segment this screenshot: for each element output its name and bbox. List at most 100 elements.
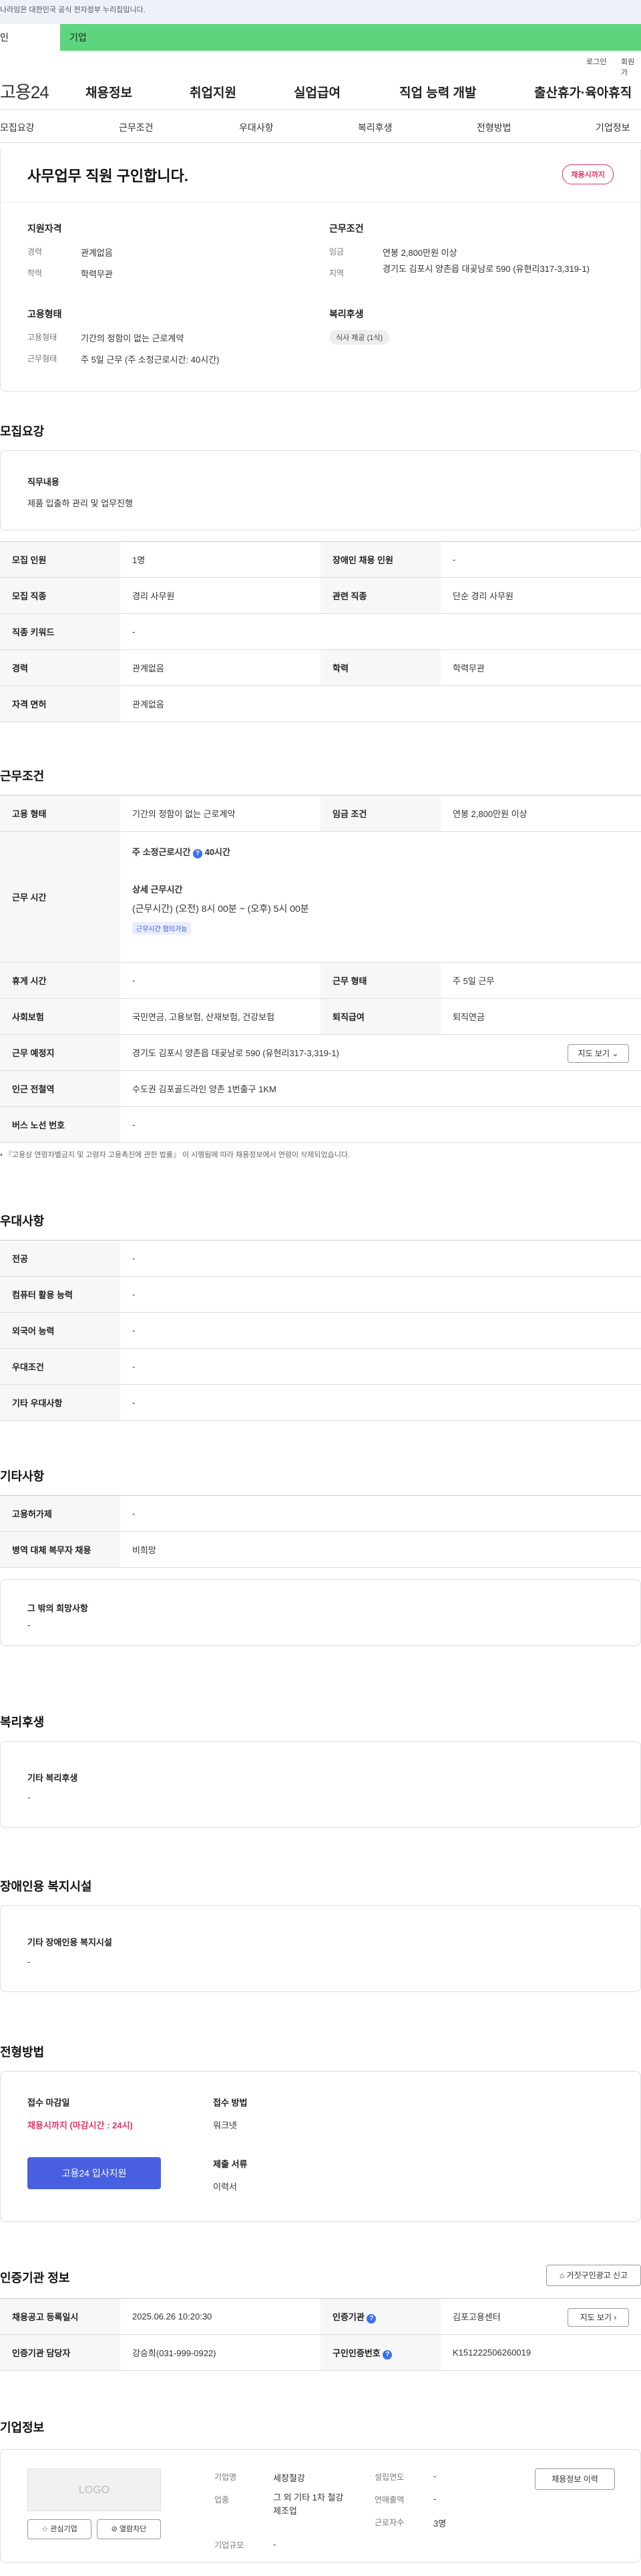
pref-cond-value: -	[120, 1348, 641, 1385]
cert-id-label: 구인인증번호 ?	[320, 2334, 441, 2371]
table-row: 컴퓨터 활용 능력 -	[0, 1276, 641, 1313]
edu-label: 학력	[27, 269, 43, 278]
block-icon: ⊘	[111, 2525, 120, 2533]
work-hours-label: 근무형태	[27, 354, 57, 363]
staff-label: 근로자수	[375, 2518, 405, 2527]
org-map-button[interactable]: 지도 보기 ›	[568, 2308, 629, 2327]
region-value: 경기도 김포시 양촌읍 대곶남로 590 (유현리317-3,319-1)	[383, 264, 590, 274]
place-value: 경기도 김포시 양촌읍 대곶남로 590 (유현리317-3,319-1)	[132, 1048, 339, 1058]
welfare-label: 기타 복리후생	[27, 1773, 78, 1783]
manager-value: 강승희(031-999-0922)	[120, 2334, 320, 2371]
military-value: 비희망	[120, 1531, 641, 1568]
anchor-preference[interactable]: 우대사항	[239, 121, 274, 134]
anchor-welfare[interactable]: 복리후생	[358, 121, 393, 134]
wage-cond-value: 연봉 2,800만원 이상	[441, 795, 641, 832]
report-button[interactable]: ⌂ 거짓구인광고 신고	[546, 2265, 641, 2286]
menu-parental-leave[interactable]: 출산휴가·육아휴직	[534, 83, 632, 101]
table-row: 인근 전철역 수도권 김포골드라인 양촌 1번출구 1KM	[0, 1070, 641, 1107]
major-value: -	[120, 1240, 641, 1277]
preference-section-title: 우대사항	[0, 1215, 45, 1228]
site-logo[interactable]: 고용24	[0, 79, 49, 104]
recruit-edu-label: 학력	[320, 649, 441, 686]
tab-personal[interactable]: 인	[0, 24, 60, 51]
hours-label: 근무 시간	[0, 831, 120, 963]
facility-card: 기타 장애인용 복지시설 -	[0, 1905, 641, 1992]
work-hours-value: 주 5일 근무 (주 소정근로시간: 40시간)	[81, 355, 220, 365]
license-value: 관계없음	[120, 685, 641, 722]
wish-value: -	[27, 1620, 31, 1630]
career-label: 경력	[27, 247, 43, 257]
bus-label: 버스 노선 번호	[0, 1106, 120, 1143]
job-history-button[interactable]: 채용정보 이력	[535, 2468, 615, 2490]
insurance-value: 국민연금, 고용보험, 산재보험, 건강보험	[120, 998, 320, 1035]
recruit-edu-value: 학력무관	[441, 649, 641, 686]
reg-value: 2025.06.26 10:20:30	[120, 2298, 320, 2335]
other-section-title: 기타사항	[0, 1470, 45, 1483]
menu-unemployment[interactable]: 실업급여	[294, 83, 341, 101]
method-value: 워크넷	[213, 2120, 237, 2130]
star-icon: ☆	[41, 2525, 51, 2533]
recruit-section-title: 모집요강	[0, 425, 45, 438]
pref-etc-label: 기타 우대사항	[0, 1384, 120, 1421]
employment-heading: 고용형태	[27, 309, 62, 319]
user-type-tabs: 인 기업	[0, 24, 641, 51]
industry-value: 그 외 기타 1차 철강 제조업	[273, 2492, 344, 2516]
wage-label: 임금	[329, 247, 345, 257]
table-row: 휴게 시간 - 근무 형태 주 5일 근무	[0, 962, 641, 999]
welfare-value: -	[27, 1792, 31, 1802]
anchor-selection[interactable]: 전형방법	[477, 121, 511, 134]
table-row: 고용 형태 기간의 정함이 없는 근로계약 임금 조건 연봉 2,800만원 이…	[0, 795, 641, 832]
insurance-label: 사회보험	[0, 998, 120, 1035]
anchor-work[interactable]: 근무조건	[119, 121, 154, 134]
menu-jobs[interactable]: 채용정보	[85, 83, 132, 101]
gov-banner-text: 나라임은 대한민국 공식 전자정부 누리집입니다.	[0, 6, 146, 14]
related-job-value: 단순 경리 사무원	[441, 577, 641, 614]
worktype-label: 근무 형태	[320, 962, 441, 999]
tab-company[interactable]: 기업	[69, 24, 87, 51]
menu-training[interactable]: 직업 능력 개발	[399, 83, 476, 101]
apply-button[interactable]: 고용24 입사지원	[27, 2157, 161, 2189]
facility-value: -	[27, 1957, 31, 1967]
disabled-value: -	[441, 541, 641, 578]
keyword-value: -	[120, 613, 641, 650]
military-label: 병역 대체 복무자 채용	[0, 1531, 120, 1568]
edu-value: 학력무관	[81, 269, 113, 279]
deadline-label: 접수 마감일	[27, 2098, 70, 2108]
job-title: 사무업무 직원 구인합니다.	[27, 168, 188, 184]
table-row: 외국어 능력 -	[0, 1312, 641, 1349]
revenue-value: -	[433, 2494, 437, 2504]
staff-value: 3명	[433, 2519, 447, 2529]
company-logo: LOGO	[27, 2468, 161, 2511]
favorite-button[interactable]: ☆ 관심기업	[27, 2519, 91, 2539]
map-button[interactable]: 지도 보기 ⌄	[568, 1044, 629, 1063]
table-row: 모집 직종 경리 사무원 관련 직종 단순 경리 사무원	[0, 577, 641, 614]
welfare-section-title: 복리후생	[0, 1716, 45, 1729]
menu-employment-support[interactable]: 취업지원	[190, 83, 236, 101]
duty-label: 직무내용	[27, 477, 59, 487]
count-label: 모집 인원	[0, 541, 120, 578]
docs-value: 이력서	[213, 2182, 237, 2192]
anchor-company[interactable]: 기업정보	[596, 121, 630, 134]
manager-label: 인증기관 담당자	[0, 2334, 120, 2371]
hours-cell: 주 소정근로시간 ? 40시간 상세 근무시간 (근무시간) (오전) 8시 0…	[120, 831, 641, 963]
license-label: 자격 면허	[0, 685, 120, 722]
gov-banner: 나라임은 대한민국 공식 전자정부 누리집입니다.	[0, 0, 641, 24]
age-notice-text: 『고용상 연령차별금지 및 고령자 고용촉진에 관한 법률』 이 시행됨에 따라…	[4, 1151, 351, 1159]
table-row: 병역 대체 복무자 채용 비희망	[0, 1531, 641, 1568]
career-value: 관계없음	[81, 248, 113, 258]
place-label: 근무 예정지	[0, 1034, 120, 1071]
permit-value: -	[120, 1495, 641, 1532]
certifier-table: 채용공고 등록일시 2025.06.26 10:20:30 인증기관 ? 김포고…	[0, 2298, 641, 2371]
info-icon[interactable]: ?	[383, 2350, 393, 2360]
info-icon[interactable]: ?	[367, 2313, 377, 2323]
block-button[interactable]: ⊘ 열람차단	[97, 2519, 161, 2539]
anchor-recruit[interactable]: 모집요강	[0, 121, 35, 134]
home-icon: ⌂	[559, 2271, 567, 2280]
table-row: 사회보험 국민연금, 고용보험, 산재보험, 건강보험 퇴직급여 퇴직연금	[0, 998, 641, 1035]
recruit-career-label: 경력	[0, 649, 120, 686]
info-icon[interactable]: ?	[192, 849, 202, 858]
login-link[interactable]: 로그인	[586, 56, 606, 67]
work-section-title: 근무조건	[0, 770, 45, 783]
company-section-title: 기업정보	[0, 2421, 45, 2434]
language-value: -	[120, 1312, 641, 1349]
